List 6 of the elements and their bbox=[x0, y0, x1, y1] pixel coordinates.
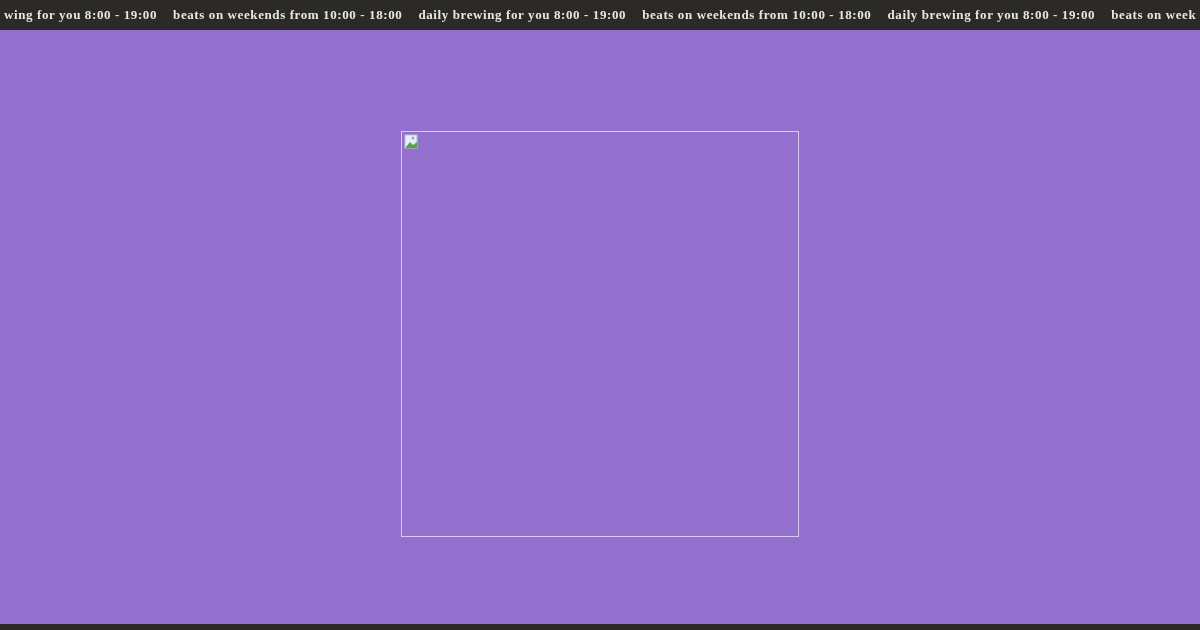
ticker-text: daily brewing for you 8:00 - 19:00 bbox=[887, 6, 1096, 25]
ticker-text: beats on weekends from 10:00 - 18:00 bbox=[173, 6, 403, 25]
ticker-text: beats on week bbox=[1111, 6, 1197, 25]
ticker-text: daily brewing for you 8:00 - 19:00 bbox=[418, 6, 627, 25]
ticker-text: beats on weekends from 10:00 - 18:00 bbox=[642, 6, 872, 25]
ticker-text: wing for you 8:00 - 19:00 bbox=[4, 6, 158, 25]
